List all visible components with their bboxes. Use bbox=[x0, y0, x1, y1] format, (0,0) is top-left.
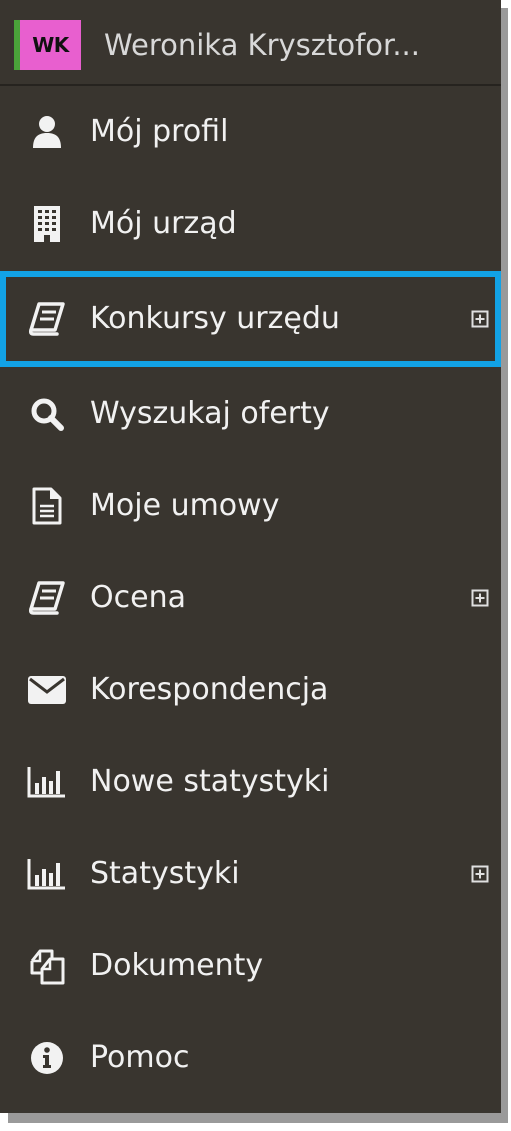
menu-item-label: Nowe statystyki bbox=[90, 764, 330, 799]
menu-item-label: Moje umowy bbox=[90, 488, 280, 523]
user-header[interactable]: WK Weronika Krysztofor... bbox=[0, 0, 501, 86]
menu-item-statystyki[interactable]: Statystyki bbox=[0, 829, 501, 919]
menu-item-label: Korespondencja bbox=[90, 672, 329, 707]
menu-item-dokumenty[interactable]: Dokumenty bbox=[0, 921, 501, 1011]
document-icon bbox=[26, 485, 68, 527]
expand-plus-icon[interactable] bbox=[471, 865, 489, 883]
menu-item-moj-profil[interactable]: Mój profil bbox=[0, 87, 501, 177]
avatar[interactable]: WK bbox=[14, 20, 81, 70]
menu-item-nowe-statystyki[interactable]: Nowe statystyki bbox=[0, 737, 501, 827]
avatar-initials: WK bbox=[20, 20, 81, 70]
search-icon bbox=[26, 393, 68, 435]
book-icon bbox=[26, 298, 68, 340]
menu-item-label: Mój urząd bbox=[90, 206, 237, 241]
menu-item-label: Statystyki bbox=[90, 856, 240, 891]
copy-documents-icon bbox=[26, 945, 68, 987]
menu-item-moj-urzad[interactable]: Mój urząd bbox=[0, 179, 501, 269]
menu-item-moje-umowy[interactable]: Moje umowy bbox=[0, 461, 501, 551]
book-icon bbox=[26, 577, 68, 619]
building-icon bbox=[26, 203, 68, 245]
menu-item-label: Wyszukaj oferty bbox=[90, 396, 330, 431]
info-icon bbox=[26, 1037, 68, 1079]
main-menu: Mój profil Mój urząd Konkursy urzędu Wys… bbox=[0, 87, 501, 1113]
bar-chart-icon bbox=[26, 761, 68, 803]
expand-plus-icon[interactable] bbox=[471, 310, 489, 328]
menu-item-wyszukaj-oferty[interactable]: Wyszukaj oferty bbox=[0, 369, 501, 459]
menu-item-korespondencja[interactable]: Korespondencja bbox=[0, 645, 501, 735]
menu-item-label: Pomoc bbox=[90, 1040, 190, 1075]
user-name[interactable]: Weronika Krysztofor... bbox=[104, 20, 484, 70]
menu-item-label: Dokumenty bbox=[90, 948, 264, 983]
menu-item-label: Mój profil bbox=[90, 114, 229, 149]
user-icon bbox=[26, 111, 68, 153]
envelope-icon bbox=[26, 669, 68, 711]
menu-item-ocena[interactable]: Ocena bbox=[0, 553, 501, 643]
bar-chart-icon bbox=[26, 853, 68, 895]
sidebar: WK Weronika Krysztofor... Mój profil Mój… bbox=[0, 0, 501, 1113]
menu-item-konkursy-urzedu[interactable]: Konkursy urzędu bbox=[0, 271, 501, 367]
menu-item-pomoc[interactable]: Pomoc bbox=[0, 1013, 501, 1103]
menu-item-label: Ocena bbox=[90, 580, 186, 615]
menu-item-label: Konkursy urzędu bbox=[90, 301, 340, 336]
expand-plus-icon[interactable] bbox=[471, 589, 489, 607]
